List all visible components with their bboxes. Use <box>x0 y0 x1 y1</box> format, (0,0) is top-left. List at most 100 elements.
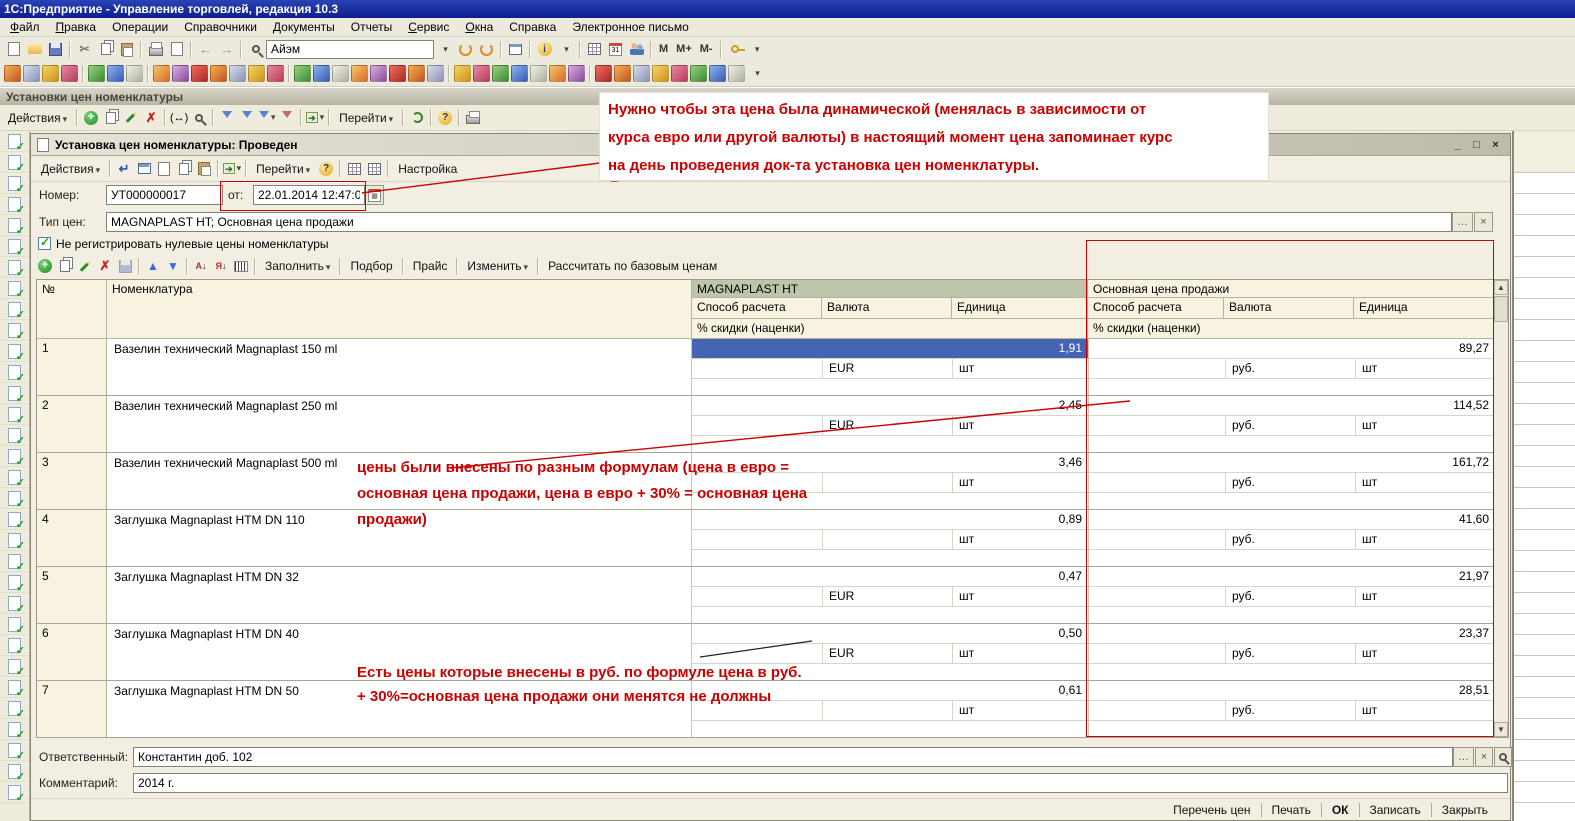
row-add-icon[interactable]: + <box>36 257 54 275</box>
edit-icon[interactable] <box>122 109 140 127</box>
list-row[interactable] <box>0 488 29 509</box>
price-calculator-icon[interactable] <box>126 65 143 82</box>
col-header-num[interactable]: № <box>37 280 107 339</box>
row-down-icon[interactable]: ▼ <box>164 257 182 275</box>
key-icon[interactable] <box>726 40 745 59</box>
list-row[interactable] <box>0 719 29 740</box>
list-rows-strip[interactable] <box>0 131 30 821</box>
ok-button[interactable]: ОК <box>1322 801 1359 819</box>
print-list-icon[interactable] <box>464 109 482 127</box>
person-document-icon[interactable] <box>408 65 425 82</box>
list-row[interactable] <box>0 215 29 236</box>
print-batch-icon[interactable] <box>42 65 59 82</box>
customer-group-icon[interactable] <box>172 65 189 82</box>
responsible-field[interactable] <box>133 747 1453 767</box>
coins-exchange-icon[interactable] <box>389 65 406 82</box>
doc-exchange-icon[interactable] <box>473 65 490 82</box>
table-icon[interactable] <box>585 40 604 59</box>
col-group-magnaplast[interactable]: MAGNAPLAST HT <box>692 280 1088 298</box>
close-icon[interactable]: × <box>1487 137 1504 152</box>
more-buttons-icon[interactable] <box>747 64 766 83</box>
doc-remove-icon[interactable] <box>568 65 585 82</box>
list-row[interactable] <box>0 299 29 320</box>
delete-icon[interactable]: ✗ <box>142 109 160 127</box>
info-dropdown-icon[interactable] <box>556 40 575 59</box>
list-row[interactable] <box>0 320 29 341</box>
price-type-select-icon[interactable]: … <box>1452 212 1473 232</box>
write-button[interactable]: Записать <box>1360 801 1431 819</box>
list-row[interactable] <box>0 362 29 383</box>
cart-return-icon[interactable] <box>332 65 349 82</box>
list-row[interactable] <box>0 761 29 782</box>
calendar-icon[interactable]: 31 <box>606 40 625 59</box>
person-coins-icon[interactable] <box>511 65 528 82</box>
list-row[interactable] <box>0 152 29 173</box>
list-row[interactable] <box>0 341 29 362</box>
sum-doc-blue-icon[interactable] <box>690 65 707 82</box>
price-button[interactable]: Прайс <box>407 257 454 275</box>
save-icon[interactable] <box>46 40 65 59</box>
menu-documents[interactable]: Документы <box>265 18 343 36</box>
list-row[interactable] <box>0 656 29 677</box>
customer-payment-icon[interactable] <box>248 65 265 82</box>
scroll-down-icon[interactable]: ▼ <box>1494 722 1508 737</box>
calc-base-prices-button[interactable]: Рассчитать по базовым ценам <box>542 257 723 275</box>
pick-button[interactable]: Подбор <box>344 257 398 275</box>
list-row[interactable] <box>0 194 29 215</box>
responsible-open-icon[interactable] <box>1494 747 1512 767</box>
copy-window-icon[interactable] <box>506 40 525 59</box>
list-row[interactable] <box>0 593 29 614</box>
copy-icon[interactable] <box>96 40 115 59</box>
comment-field[interactable] <box>133 773 1508 793</box>
scroll-up-icon[interactable]: ▲ <box>1494 280 1508 295</box>
customer-coins-icon[interactable] <box>210 65 227 82</box>
row-up-icon[interactable]: ▲ <box>144 257 162 275</box>
repost-icon[interactable] <box>135 160 153 178</box>
output-icon[interactable]: ➔ <box>223 160 241 178</box>
col-header-currency-2[interactable]: Валюта <box>1224 298 1354 319</box>
print-button[interactable]: Печать <box>1262 801 1321 819</box>
forward-icon[interactable]: → <box>217 40 236 59</box>
menu-edit[interactable]: Правка <box>48 18 105 36</box>
sum-doc-red-icon[interactable] <box>652 65 669 82</box>
help-icon[interactable]: ? <box>436 109 454 127</box>
person-sum-red-icon[interactable] <box>595 65 612 82</box>
doc-outgoing-icon[interactable] <box>454 65 471 82</box>
doc-arrow-blue-icon[interactable] <box>351 65 368 82</box>
print-icon[interactable] <box>146 40 165 59</box>
scroll-thumb[interactable] <box>1494 296 1508 322</box>
check-settings-icon[interactable] <box>365 160 383 178</box>
list-row[interactable] <box>0 278 29 299</box>
list-row[interactable] <box>0 530 29 551</box>
filter-icon[interactable] <box>218 109 236 127</box>
doc-import-icon[interactable] <box>175 160 193 178</box>
menu-windows[interactable]: Окна <box>457 18 501 36</box>
employees-icon[interactable] <box>88 65 105 82</box>
responsible-select-icon[interactable]: … <box>1453 747 1474 767</box>
new-document-icon[interactable] <box>4 40 23 59</box>
doc-red-box-icon[interactable] <box>313 65 330 82</box>
col-group-base-price[interactable]: Основная цена продажи <box>1088 280 1495 298</box>
memory-add-button[interactable]: М+ <box>672 43 696 55</box>
table-row[interactable]: 1 Вазелин технический Magnaplast 150 ml … <box>37 339 1495 396</box>
filter-history-icon[interactable] <box>258 109 276 127</box>
menu-operations[interactable]: Операции <box>104 18 176 36</box>
doc-coins-icon[interactable] <box>549 65 566 82</box>
list-actions-button[interactable]: Действия <box>2 109 73 127</box>
col-header-discount-2[interactable]: % скидки (наценки) <box>1088 319 1495 339</box>
doc-goto-button[interactable]: Перейти <box>250 160 316 178</box>
maximize-icon[interactable]: □ <box>1468 137 1485 152</box>
close-button[interactable]: Закрыть <box>1432 801 1498 819</box>
menu-email[interactable]: Электронное письмо <box>564 18 696 36</box>
barcode-icon[interactable] <box>232 257 250 275</box>
table-row[interactable]: 5 Заглушка Magnaplast HTM DN 32 0,47 EUR… <box>37 567 1495 624</box>
post-and-close-icon[interactable]: ↵ <box>115 160 133 178</box>
search-input[interactable] <box>266 40 434 59</box>
row-delete-icon[interactable]: ✗ <box>96 257 114 275</box>
key-dropdown-icon[interactable] <box>747 40 766 59</box>
list-row[interactable] <box>0 404 29 425</box>
bank-building-icon[interactable] <box>229 65 246 82</box>
row-copy-icon[interactable] <box>56 257 74 275</box>
row-save-icon[interactable] <box>116 257 134 275</box>
copy-item-icon[interactable] <box>102 109 120 127</box>
